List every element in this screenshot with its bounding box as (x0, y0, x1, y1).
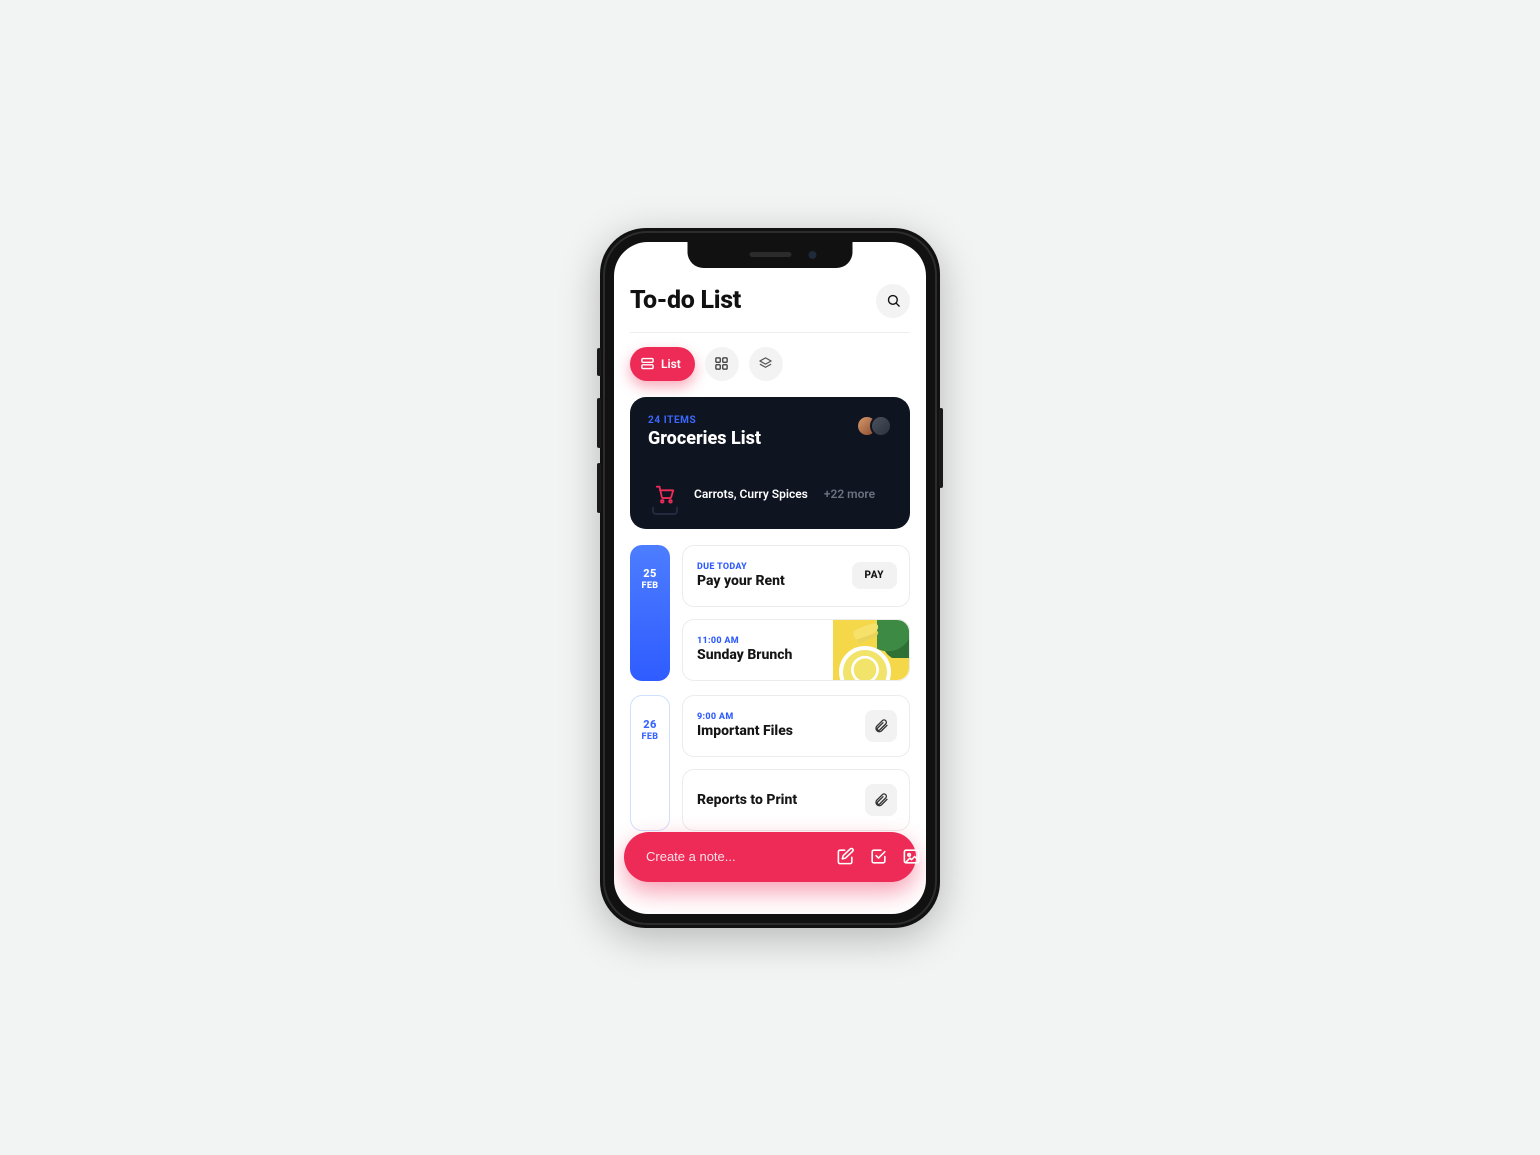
featured-card-groceries[interactable]: 24 ITEMS Groceries List Carrots, Curry S… (630, 397, 910, 529)
pay-button[interactable]: PAY (852, 562, 897, 589)
event-meta: DUE TODAY (697, 562, 785, 572)
app-root: To-do List List (614, 242, 926, 914)
paperclip-icon (873, 792, 889, 808)
create-note-composer[interactable] (624, 832, 916, 882)
date-month: FEB (642, 732, 659, 742)
event-meta: 9:00 AM (697, 712, 793, 722)
speaker-grill (749, 252, 791, 257)
view-tabs: List (630, 333, 910, 397)
grid-icon (714, 356, 729, 371)
event-thumbnail (833, 620, 909, 680)
cart-icon (648, 477, 682, 511)
app-header: To-do List (630, 284, 910, 333)
page-title: To-do List (630, 286, 741, 315)
layers-icon (758, 356, 773, 371)
phone-frame: To-do List List (600, 228, 940, 928)
avatar (870, 415, 892, 437)
event-name: Sunday Brunch (697, 647, 792, 663)
day-events: DUE TODAY Pay your Rent PAY 11:00 AM Sun… (682, 545, 910, 681)
event-reports-to-print[interactable]: Reports to Print (682, 769, 910, 831)
date-day: 25 (643, 567, 657, 580)
event-sunday-brunch[interactable]: 11:00 AM Sunday Brunch (682, 619, 910, 681)
compose-checklist-button[interactable] (869, 846, 888, 868)
side-button (939, 408, 943, 488)
list-icon (640, 356, 655, 371)
side-button (597, 463, 601, 513)
create-note-input[interactable] (646, 849, 822, 864)
featured-more-label: +22 more (824, 487, 875, 501)
image-icon (902, 847, 921, 866)
date-column[interactable]: 26 FEB (630, 695, 670, 831)
event-important-files[interactable]: 9:00 AM Important Files (682, 695, 910, 757)
event-pay-rent[interactable]: DUE TODAY Pay your Rent PAY (682, 545, 910, 607)
checklist-icon (869, 847, 888, 866)
search-icon (886, 293, 901, 308)
event-name: Important Files (697, 723, 793, 739)
date-month: FEB (642, 581, 659, 591)
attachment-button[interactable] (865, 784, 897, 816)
search-button[interactable] (876, 284, 910, 318)
featured-preview: Carrots, Curry Spices +22 more (648, 477, 892, 511)
day-row: 25 FEB DUE TODAY Pay your Rent PAY 11:00… (630, 545, 910, 681)
day-row: 26 FEB 9:00 AM Important Files (630, 695, 910, 831)
edit-icon (836, 847, 855, 866)
attachment-button[interactable] (865, 710, 897, 742)
paperclip-icon (873, 718, 889, 734)
compose-image-button[interactable] (902, 846, 921, 868)
phone-screen: To-do List List (614, 242, 926, 914)
side-button (597, 398, 601, 448)
date-day: 26 (643, 718, 657, 731)
event-meta: 11:00 AM (697, 636, 792, 646)
featured-avatars (856, 415, 892, 437)
tab-list-label: List (661, 357, 681, 371)
day-events: 9:00 AM Important Files Reports to Print (682, 695, 910, 831)
tab-grid[interactable] (705, 347, 739, 381)
side-button (597, 348, 601, 376)
home-indicator[interactable] (710, 901, 830, 906)
front-camera (809, 251, 817, 259)
event-name: Pay your Rent (697, 573, 785, 589)
date-column[interactable]: 25 FEB (630, 545, 670, 681)
compose-note-button[interactable] (836, 846, 855, 868)
device-notch (688, 242, 853, 268)
tab-layers[interactable] (749, 347, 783, 381)
event-name: Reports to Print (697, 792, 797, 808)
tab-list[interactable]: List (630, 347, 695, 381)
featured-preview-items: Carrots, Curry Spices (694, 487, 808, 501)
